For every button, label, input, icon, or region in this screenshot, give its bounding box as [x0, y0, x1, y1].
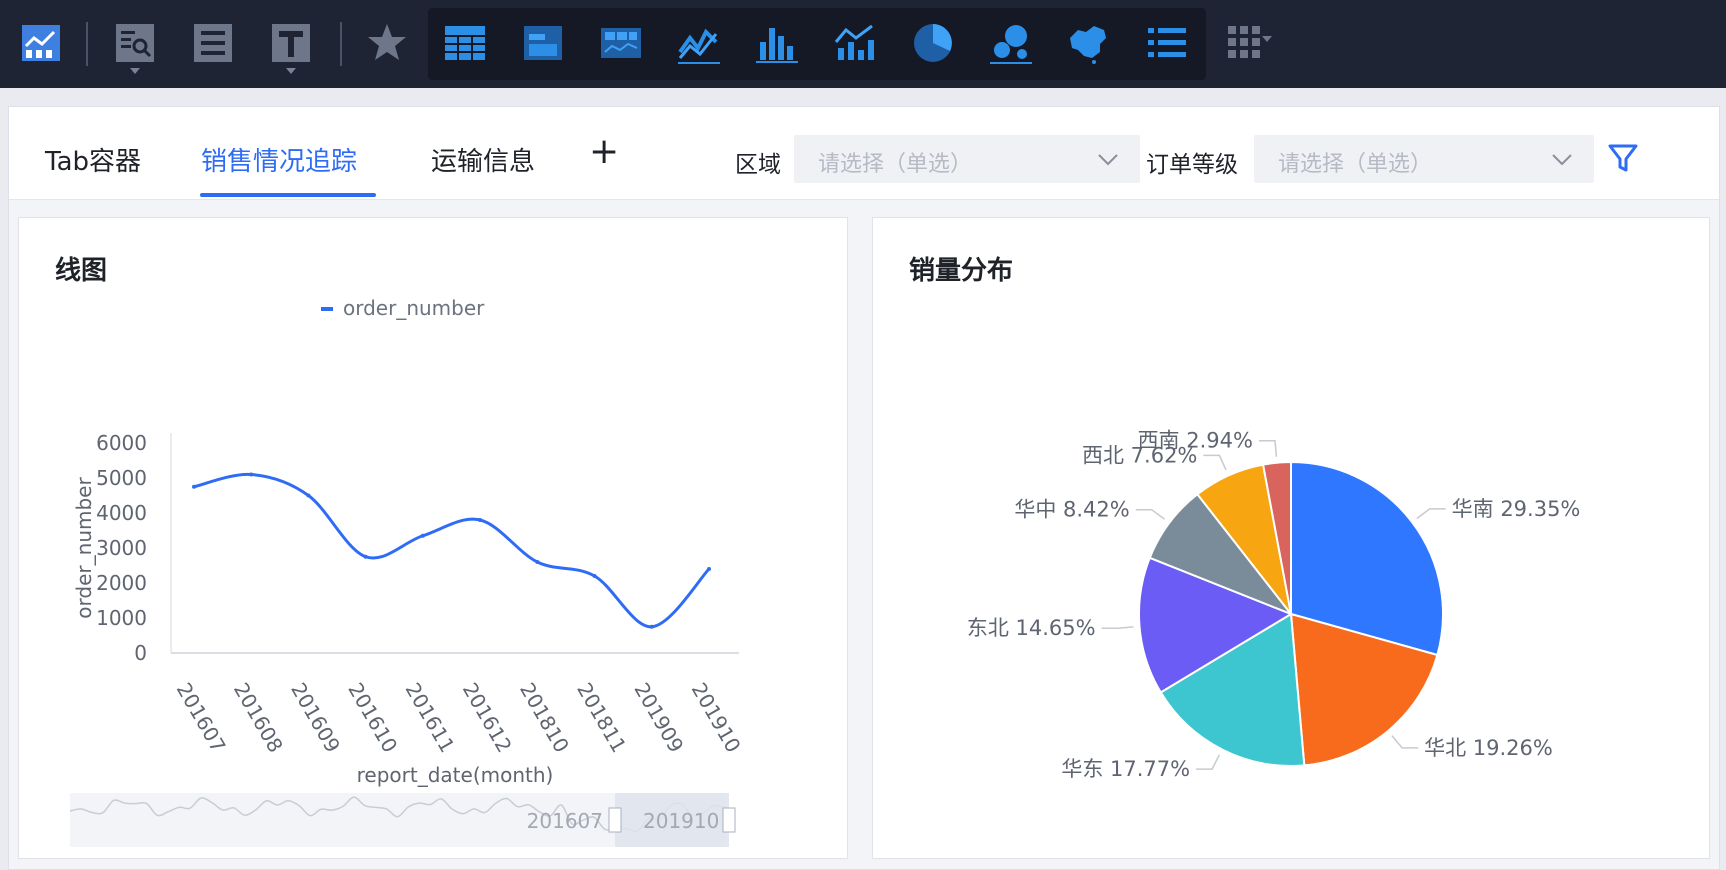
tab-shipping-info[interactable]: 运输信息	[431, 141, 535, 178]
report-icon[interactable]	[190, 20, 236, 66]
slider-start-handle[interactable]	[608, 807, 622, 833]
x-tick-label: 201612	[458, 679, 517, 757]
query-icon[interactable]	[112, 20, 158, 66]
tab-sales-tracking[interactable]: 销售情况追踪	[201, 141, 357, 178]
tab-container-tab[interactable]: Tab容器	[45, 141, 141, 178]
x-tick-label: 201810	[515, 679, 574, 757]
chevron-down-icon	[1552, 154, 1572, 166]
pie-slice-label: 华北 19.26%	[1424, 736, 1553, 760]
pie-chart: 华南 29.35% 华北 19.26% 华东 17.77% 东北 14.65% 华中 8…	[967, 429, 1581, 781]
y-tick-label: 3000	[96, 536, 147, 560]
data-point	[420, 533, 425, 538]
region-select[interactable]: 请选择（单选）	[794, 135, 1140, 183]
toolbar-divider	[86, 22, 88, 66]
pie-slice-label: 东北 14.65%	[967, 616, 1096, 640]
slider-end-handle[interactable]	[722, 807, 736, 833]
bar-chart-icon[interactable]	[754, 20, 800, 66]
table-icon[interactable]	[442, 20, 488, 66]
data-point	[478, 518, 483, 522]
order-level-select-placeholder: 请选择（单选）	[1278, 152, 1433, 177]
kpi-chart-icon[interactable]	[598, 20, 644, 66]
x-tick-label: 201608	[229, 679, 288, 757]
china-map-icon[interactable]	[1064, 20, 1110, 66]
active-tab-indicator	[200, 193, 376, 197]
y-tick-label: 2000	[96, 571, 147, 595]
x-tick-label: 201909	[629, 679, 688, 757]
legend-label[interactable]: order_number	[343, 296, 485, 320]
order-level-select[interactable]: 请选择（单选）	[1254, 135, 1594, 183]
y-axis-label: order_number	[72, 477, 96, 619]
line-chart-card: 线图 order_number 0 1000 2000 3000 4000 5000 6000…	[18, 217, 848, 859]
x-tick-label: 201610	[343, 679, 402, 757]
chevron-down-icon[interactable]	[286, 68, 296, 74]
pie-label-leader	[1203, 454, 1227, 471]
data-point	[649, 624, 654, 629]
text-icon[interactable]	[268, 20, 314, 66]
tab-container-icon[interactable]	[520, 20, 566, 66]
y-tick-label: 4000	[96, 501, 147, 525]
pie-slice-label: 华南 29.35%	[1452, 497, 1581, 521]
slider-start-label: 201607	[527, 809, 603, 833]
legend-swatch	[321, 307, 333, 311]
chevron-down-icon[interactable]	[130, 68, 140, 74]
more-icon[interactable]	[1226, 20, 1272, 66]
x-tick-label: 201910	[687, 679, 746, 757]
x-axis-label: report_date(month)	[357, 763, 554, 787]
pie-label-leader	[1135, 508, 1165, 520]
pie-label-leader	[1196, 754, 1221, 770]
series-line-order-number	[193, 472, 711, 629]
pie-label-leader	[1391, 735, 1419, 749]
top-toolbar	[0, 0, 1726, 88]
tab-bar: Tab容器 销售情况追踪 运输信息 + 区域 请选择（单选） 订单等级 请选择（…	[9, 107, 1719, 200]
pie-label-leader	[1101, 626, 1134, 629]
x-tick-label: 201811	[572, 679, 631, 757]
data-point	[249, 472, 254, 477]
x-tick-label: 201611	[401, 679, 460, 757]
line-chart: order_number 0 1000 2000 3000 4000 5000 6000 201…	[69, 296, 746, 847]
pie-slice-label: 西南 2.94%	[1138, 429, 1253, 453]
pie-label-leader	[1258, 439, 1278, 457]
y-tick-label: 5000	[96, 466, 147, 490]
x-tick-label: 201607	[172, 679, 231, 757]
add-tab-button[interactable]: +	[589, 131, 619, 172]
combo-chart-icon[interactable]	[832, 20, 878, 66]
chevron-down-icon	[1098, 154, 1118, 166]
data-point	[707, 567, 711, 571]
y-tick-label: 1000	[96, 606, 147, 630]
pie-chart-card: 销量分布 华南 29.35% 华北 19.26% 华东 17.77% 东北 14.65…	[872, 217, 1710, 859]
data-point	[592, 574, 597, 578]
pie-chart-icon[interactable]	[910, 20, 956, 66]
pie-slice-label: 华东 17.77%	[1061, 757, 1190, 781]
y-tick-label: 6000	[96, 431, 147, 455]
order-level-filter-label: 订单等级	[1146, 152, 1238, 178]
favorite-icon[interactable]	[364, 20, 410, 66]
list-icon[interactable]	[1144, 20, 1190, 66]
data-point	[535, 560, 540, 564]
region-filter-label: 区域	[735, 152, 781, 178]
data-point	[192, 484, 196, 489]
dashboard-icon[interactable]	[18, 20, 64, 66]
pie-slice-label: 华中 8.42%	[1014, 498, 1129, 522]
bubble-chart-icon[interactable]	[988, 20, 1034, 66]
pie-label-leader	[1416, 508, 1446, 520]
toolbar-divider	[340, 22, 342, 66]
dashboard-canvas: Tab容器 销售情况追踪 运输信息 + 区域 请选择（单选） 订单等级 请选择（…	[8, 106, 1720, 870]
filter-icon[interactable]	[1606, 141, 1640, 175]
data-point	[363, 554, 368, 559]
data-point	[306, 493, 311, 498]
y-tick-label: 0	[134, 641, 147, 665]
x-tick-label: 201609	[286, 679, 345, 757]
slider-end-label: 201910	[643, 809, 719, 833]
line-chart-icon[interactable]	[676, 20, 722, 66]
region-select-placeholder: 请选择（单选）	[818, 152, 973, 177]
